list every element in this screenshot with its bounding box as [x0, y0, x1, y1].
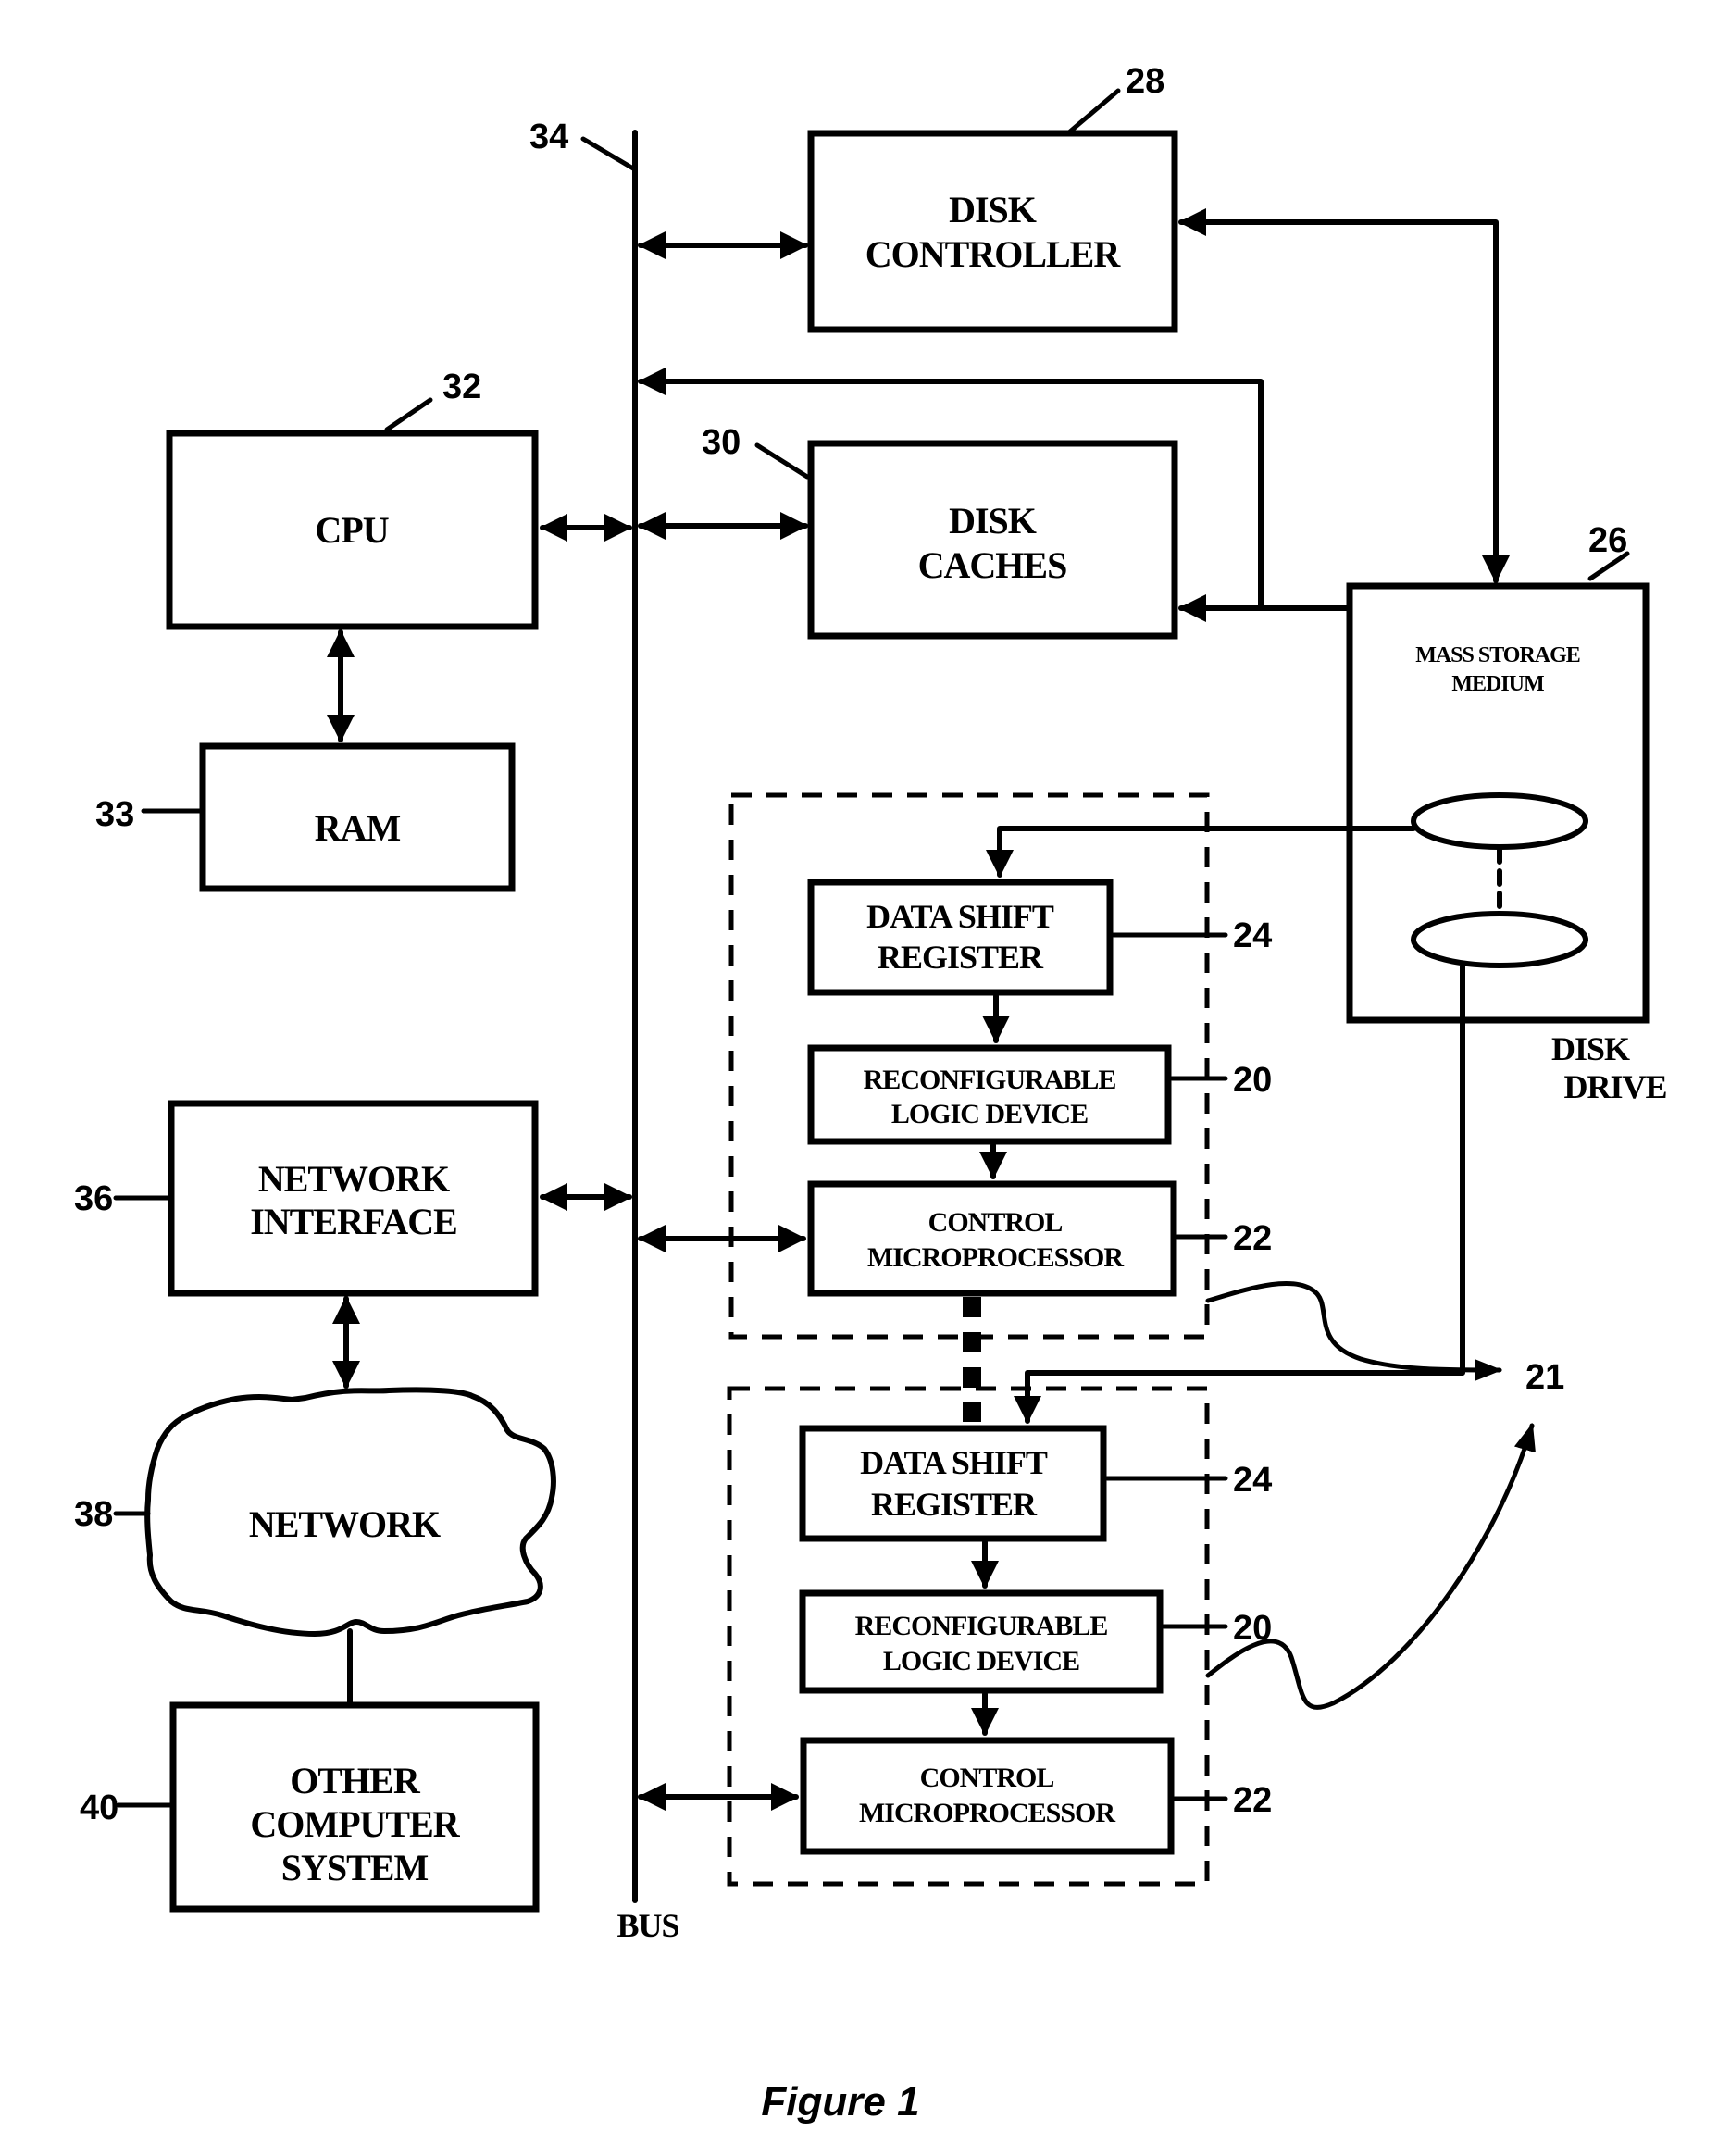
disk-controller-ref-label: 28: [1126, 62, 1164, 101]
disk-controller-block: DISK CONTROLLER 28: [638, 62, 1178, 333]
module-1-rld-line-1: RECONFIGURABLE: [864, 1065, 1116, 1095]
figure-caption: Figure 1: [761, 2079, 919, 2125]
module-1-group-pointer: [1205, 1280, 1502, 1381]
module-1-cm-line-2: MICROPROCESSOR: [867, 1242, 1124, 1273]
module-2-cm-line-1: CONTROL: [920, 1763, 1054, 1793]
module-2-dsr-line-1: DATA SHIFT: [860, 1444, 1048, 1481]
cpu-label: CPU: [315, 509, 388, 551]
search-module-1: DATA SHIFT REGISTER 24 RECONFIGURABLE LO…: [638, 792, 1416, 1340]
mass-storage-line-1: MASS STORAGE: [1415, 643, 1580, 667]
other-computer-ref-label: 40: [80, 1788, 118, 1827]
disk-controller-ref-leader: [1067, 88, 1121, 134]
system-block-diagram: 34 BUS DISK CONTROLLER 28 DISK CACHES 30…: [74, 62, 1668, 2125]
disk-caches-block: DISK CACHES 30: [638, 423, 1178, 640]
module-1-rld-line-2: LOGIC DEVICE: [891, 1099, 1088, 1129]
system-bus: 34 BUS: [529, 118, 680, 1944]
bus-ref-leader: [580, 136, 636, 171]
disk-controller-box: [807, 130, 1178, 333]
ram-ref-label: 33: [95, 795, 134, 834]
module-1-rld-ref-label: 20: [1233, 1061, 1272, 1100]
disk-caches-line-2: CACHES: [918, 544, 1067, 586]
disk-controller-line-1: DISK: [949, 189, 1037, 231]
module-2-control-microprocessor-box: [800, 1737, 1175, 1855]
disk-controller-line-2: CONTROLLER: [865, 233, 1122, 275]
module-2-cm-ref-label: 22: [1233, 1781, 1272, 1820]
module-2-cm-line-2: MICROPROCESSOR: [859, 1798, 1115, 1828]
disk-caches-ref-leader: [754, 442, 810, 480]
bus-label: BUS: [616, 1907, 678, 1944]
network-interface-ref-label: 36: [74, 1179, 113, 1218]
other-computer-line-2: COMPUTER: [250, 1803, 460, 1845]
cpu-ref-leader: [384, 397, 433, 432]
module-2-rld-line-1: RECONFIGURABLE: [855, 1611, 1108, 1641]
ram-block: RAM 33: [95, 742, 516, 892]
other-computer-line-1: OTHER: [290, 1760, 421, 1801]
module-1-cm-ref-label: 22: [1233, 1219, 1272, 1258]
network-interface-line-2: INTERFACE: [250, 1201, 457, 1242]
module-2-rld-line-2: LOGIC DEVICE: [883, 1646, 1079, 1676]
mass-storage-ref-label: 26: [1588, 521, 1627, 560]
disk-caches-line-1: DISK: [949, 500, 1037, 542]
mass-storage-line-2: MEDIUM: [1451, 672, 1544, 696]
cpu-ref-label: 32: [442, 368, 481, 406]
module-2-dsr-ref-label: 24: [1233, 1461, 1272, 1500]
module-1-dsr-line-1: DATA SHIFT: [866, 898, 1054, 935]
other-computer-line-3: SYSTEM: [281, 1847, 429, 1888]
module-1-cm-line-1: CONTROL: [928, 1207, 1063, 1238]
cpu-block: CPU 32: [166, 368, 632, 742]
module-1-control-microprocessor-box: [807, 1180, 1177, 1297]
disk-drive-block: MASS STORAGE MEDIUM 26 DISK DRIVE: [1346, 521, 1668, 1105]
disk-drive-label-line-2: DRIVE: [1563, 1068, 1666, 1105]
disk-drive-label-line-1: DISK: [1551, 1030, 1630, 1067]
module-1-dsr-ref-label: 24: [1233, 916, 1272, 955]
disk-controller-mass-storage-arrow: [1178, 208, 1510, 583]
network-interface-block: NETWORK INTERFACE 36: [74, 1100, 632, 1389]
network-block: NETWORK 38: [74, 1387, 556, 1708]
disk-caches-ref-label: 30: [702, 423, 741, 462]
network-ref-label: 38: [74, 1495, 113, 1534]
bus-ref-label: 34: [529, 118, 568, 156]
module-group-ref-label: 21: [1525, 1358, 1564, 1397]
other-computer-block: OTHER COMPUTER SYSTEM 40: [80, 1701, 540, 1913]
module-2-dsr-line-2: REGISTER: [871, 1486, 1038, 1523]
ram-label: RAM: [315, 807, 401, 849]
network-label: NETWORK: [249, 1503, 441, 1545]
network-interface-line-1: NETWORK: [258, 1158, 450, 1200]
module-1-dsr-line-2: REGISTER: [878, 939, 1044, 976]
